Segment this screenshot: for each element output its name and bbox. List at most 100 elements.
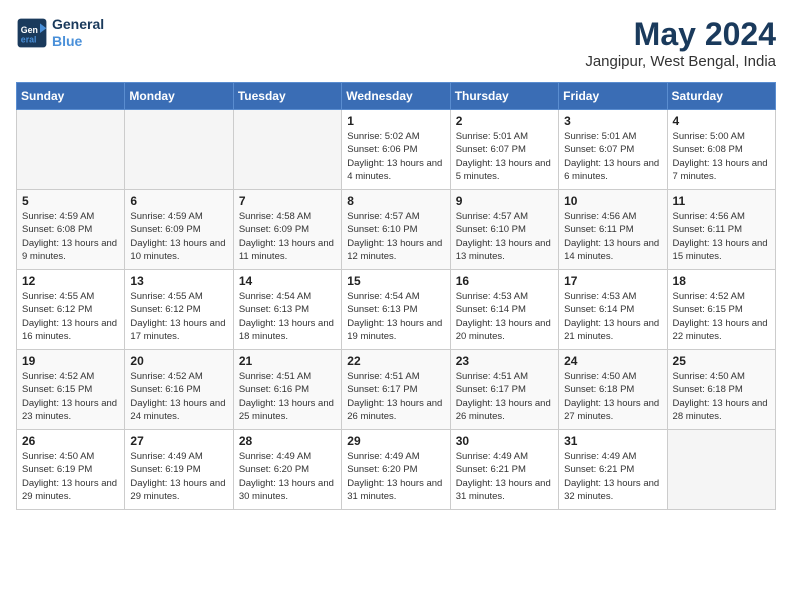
cell-info: Sunrise: 5:00 AMSunset: 6:08 PMDaylight:…: [673, 131, 768, 182]
week-row-1: 1 Sunrise: 5:02 AMSunset: 6:06 PMDaylight…: [17, 110, 776, 190]
logo: Gen eral General Blue: [16, 16, 104, 50]
title-block: May 2024 Jangipur, West Bengal, India: [585, 16, 776, 70]
day-number: 11: [673, 194, 770, 208]
cell-info: Sunrise: 4:52 AMSunset: 6:15 PMDaylight:…: [673, 291, 768, 342]
calendar-cell: [17, 110, 125, 190]
day-number: 18: [673, 274, 770, 288]
cell-info: Sunrise: 4:49 AMSunset: 6:21 PMDaylight:…: [456, 451, 551, 502]
day-number: 16: [456, 274, 553, 288]
calendar-cell: 24 Sunrise: 4:50 AMSunset: 6:18 PMDayligh…: [559, 350, 667, 430]
cell-info: Sunrise: 4:54 AMSunset: 6:13 PMDaylight:…: [347, 291, 442, 342]
calendar-cell: 1 Sunrise: 5:02 AMSunset: 6:06 PMDaylight…: [342, 110, 450, 190]
calendar-cell: 20Sunrise: 4:52 AMSunset: 6:16 PMDayligh…: [125, 350, 233, 430]
day-number: 6: [130, 194, 227, 208]
day-number: 10: [564, 194, 661, 208]
day-number: 8: [347, 194, 444, 208]
weekday-header-friday: Friday: [559, 83, 667, 110]
cell-info: Sunrise: 4:51 AMSunset: 6:17 PMDaylight:…: [347, 371, 442, 422]
day-number: 2: [456, 114, 553, 128]
cell-info: Sunrise: 4:49 AMSunset: 6:20 PMDaylight:…: [239, 451, 334, 502]
cell-info: Sunrise: 5:01 AMSunset: 6:07 PMDaylight:…: [564, 131, 659, 182]
calendar-cell: 30Sunrise: 4:49 AMSunset: 6:21 PMDayligh…: [450, 430, 558, 510]
calendar-cell: 4 Sunrise: 5:00 AMSunset: 6:08 PMDaylight…: [667, 110, 775, 190]
week-row-4: 19Sunrise: 4:52 AMSunset: 6:15 PMDayligh…: [17, 350, 776, 430]
cell-info: Sunrise: 4:53 AMSunset: 6:14 PMDaylight:…: [456, 291, 551, 342]
day-number: 13: [130, 274, 227, 288]
day-number: 22: [347, 354, 444, 368]
calendar-cell: 22 Sunrise: 4:51 AMSunset: 6:17 PMDayligh…: [342, 350, 450, 430]
calendar-cell: 28 Sunrise: 4:49 AMSunset: 6:20 PMDayligh…: [233, 430, 341, 510]
location: Jangipur, West Bengal, India: [585, 53, 776, 70]
day-number: 4: [673, 114, 770, 128]
cell-info: Sunrise: 4:49 AMSunset: 6:19 PMDaylight:…: [130, 451, 225, 502]
calendar-cell: [125, 110, 233, 190]
day-number: 20: [130, 354, 227, 368]
svg-text:Gen: Gen: [21, 25, 38, 35]
calendar-cell: 6 Sunrise: 4:59 AMSunset: 6:09 PMDaylight…: [125, 190, 233, 270]
day-number: 28: [239, 434, 336, 448]
svg-text:eral: eral: [21, 34, 37, 44]
cell-info: Sunrise: 4:50 AMSunset: 6:19 PMDaylight:…: [22, 451, 117, 502]
day-number: 3: [564, 114, 661, 128]
calendar-cell: 21 Sunrise: 4:51 AMSunset: 6:16 PMDayligh…: [233, 350, 341, 430]
calendar-table: SundayMondayTuesdayWednesdayThursdayFrid…: [16, 82, 776, 510]
cell-info: Sunrise: 4:59 AMSunset: 6:09 PMDaylight:…: [130, 211, 225, 262]
page-header: Gen eral General Blue May 2024 Jangipur,…: [16, 16, 776, 70]
calendar-cell: 2 Sunrise: 5:01 AMSunset: 6:07 PMDaylight…: [450, 110, 558, 190]
calendar-cell: 8 Sunrise: 4:57 AMSunset: 6:10 PMDaylight…: [342, 190, 450, 270]
day-number: 15: [347, 274, 444, 288]
cell-info: Sunrise: 4:52 AMSunset: 6:15 PMDaylight:…: [22, 371, 117, 422]
cell-info: Sunrise: 4:51 AMSunset: 6:17 PMDaylight:…: [456, 371, 551, 422]
cell-info: Sunrise: 4:58 AMSunset: 6:09 PMDaylight:…: [239, 211, 334, 262]
day-number: 26: [22, 434, 119, 448]
cell-info: Sunrise: 4:49 AMSunset: 6:20 PMDaylight:…: [347, 451, 442, 502]
day-number: 12: [22, 274, 119, 288]
calendar-cell: 5Sunrise: 4:59 AMSunset: 6:08 PMDaylight…: [17, 190, 125, 270]
day-number: 24: [564, 354, 661, 368]
calendar-cell: 19Sunrise: 4:52 AMSunset: 6:15 PMDayligh…: [17, 350, 125, 430]
cell-info: Sunrise: 4:55 AMSunset: 6:12 PMDaylight:…: [22, 291, 117, 342]
cell-info: Sunrise: 4:57 AMSunset: 6:10 PMDaylight:…: [347, 211, 442, 262]
weekday-header-sunday: Sunday: [17, 83, 125, 110]
day-number: 23: [456, 354, 553, 368]
calendar-cell: 25Sunrise: 4:50 AMSunset: 6:18 PMDayligh…: [667, 350, 775, 430]
calendar-cell: 26 Sunrise: 4:50 AMSunset: 6:19 PMDayligh…: [17, 430, 125, 510]
day-number: 29: [347, 434, 444, 448]
cell-info: Sunrise: 4:59 AMSunset: 6:08 PMDaylight:…: [22, 211, 117, 262]
calendar-cell: 3 Sunrise: 5:01 AMSunset: 6:07 PMDaylight…: [559, 110, 667, 190]
day-number: 17: [564, 274, 661, 288]
day-number: 9: [456, 194, 553, 208]
calendar-cell: 31 Sunrise: 4:49 AMSunset: 6:21 PMDayligh…: [559, 430, 667, 510]
cell-info: Sunrise: 4:57 AMSunset: 6:10 PMDaylight:…: [456, 211, 551, 262]
day-number: 21: [239, 354, 336, 368]
cell-info: Sunrise: 5:01 AMSunset: 6:07 PMDaylight:…: [456, 131, 551, 182]
cell-info: Sunrise: 4:56 AMSunset: 6:11 PMDaylight:…: [564, 211, 659, 262]
calendar-cell: [233, 110, 341, 190]
cell-info: Sunrise: 5:02 AMSunset: 6:06 PMDaylight:…: [347, 131, 442, 182]
cell-info: Sunrise: 4:55 AMSunset: 6:12 PMDaylight:…: [130, 291, 225, 342]
calendar-cell: 29 Sunrise: 4:49 AMSunset: 6:20 PMDayligh…: [342, 430, 450, 510]
day-number: 27: [130, 434, 227, 448]
week-row-5: 26 Sunrise: 4:50 AMSunset: 6:19 PMDayligh…: [17, 430, 776, 510]
calendar-cell: 9 Sunrise: 4:57 AMSunset: 6:10 PMDaylight…: [450, 190, 558, 270]
week-row-2: 5Sunrise: 4:59 AMSunset: 6:08 PMDaylight…: [17, 190, 776, 270]
calendar-cell: 12 Sunrise: 4:55 AMSunset: 6:12 PMDayligh…: [17, 270, 125, 350]
calendar-cell: 10 Sunrise: 4:56 AMSunset: 6:11 PMDayligh…: [559, 190, 667, 270]
day-number: 31: [564, 434, 661, 448]
weekday-header-wednesday: Wednesday: [342, 83, 450, 110]
day-number: 1: [347, 114, 444, 128]
weekday-header-row: SundayMondayTuesdayWednesdayThursdayFrid…: [17, 83, 776, 110]
cell-info: Sunrise: 4:49 AMSunset: 6:21 PMDaylight:…: [564, 451, 659, 502]
cell-info: Sunrise: 4:50 AMSunset: 6:18 PMDaylight:…: [564, 371, 659, 422]
cell-info: Sunrise: 4:51 AMSunset: 6:16 PMDaylight:…: [239, 371, 334, 422]
calendar-cell: [667, 430, 775, 510]
weekday-header-monday: Monday: [125, 83, 233, 110]
calendar-cell: 18 Sunrise: 4:52 AMSunset: 6:15 PMDayligh…: [667, 270, 775, 350]
calendar-cell: 15 Sunrise: 4:54 AMSunset: 6:13 PMDayligh…: [342, 270, 450, 350]
calendar-cell: 27 Sunrise: 4:49 AMSunset: 6:19 PMDayligh…: [125, 430, 233, 510]
cell-info: Sunrise: 4:54 AMSunset: 6:13 PMDaylight:…: [239, 291, 334, 342]
cell-info: Sunrise: 4:53 AMSunset: 6:14 PMDaylight:…: [564, 291, 659, 342]
weekday-header-thursday: Thursday: [450, 83, 558, 110]
day-number: 14: [239, 274, 336, 288]
day-number: 25: [673, 354, 770, 368]
